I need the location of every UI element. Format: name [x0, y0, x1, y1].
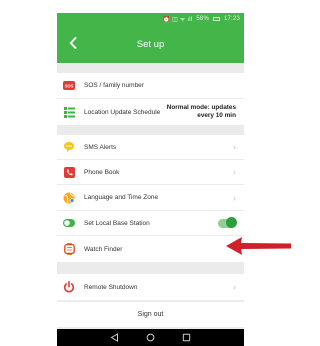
sign-out-button[interactable]: Sign out	[57, 301, 244, 327]
sms-alerts-label: SMS Alerts	[84, 143, 117, 151]
status-icons: ⏰ ◫ ᯤ ıll	[162, 17, 193, 23]
chevron-right-icon: ›	[233, 142, 236, 152]
settings-group-1: SOS SOS / family number Location Update …	[57, 73, 244, 125]
chevron-right-icon: ›	[233, 282, 236, 292]
sos-family-number-label: SOS / family number	[84, 82, 144, 89]
battery-icon	[212, 17, 220, 21]
sos-family-number-item[interactable]: SOS SOS / family number	[57, 73, 244, 99]
back-triangle-icon[interactable]	[110, 333, 119, 342]
location-update-schedule-item[interactable]: Location Update Schedule Normal mode: up…	[57, 99, 244, 125]
location-schedule-value: Normal mode: updates every 10 min	[166, 104, 236, 119]
sms-alerts-item[interactable]: SMS Alerts ›	[57, 135, 244, 160]
phonebook-icon	[63, 166, 75, 178]
back-button[interactable]	[65, 34, 81, 52]
app-bar: Set up	[57, 25, 244, 63]
remote-shutdown-label: Remote Shutdown	[84, 283, 138, 291]
set-local-base-station-item: Set Local Base Station	[57, 211, 244, 236]
recents-square-icon[interactable]	[182, 333, 191, 342]
language-time-zone-item[interactable]: Language and Time Zone ›	[57, 185, 244, 211]
chat-bubble-icon	[63, 141, 75, 153]
schedule-icon	[63, 106, 75, 118]
android-nav-bar	[57, 329, 244, 346]
page-title: Set up	[136, 38, 165, 50]
language-time-zone-label: Language and Time Zone	[84, 194, 159, 201]
sos-icon: SOS	[63, 80, 75, 92]
remote-shutdown-item[interactable]: Remote Shutdown ›	[57, 274, 244, 301]
svg-text:SOS: SOS	[65, 83, 74, 88]
phone-book-label: Phone Book	[84, 168, 120, 176]
power-icon	[63, 281, 75, 293]
set-local-base-station-label: Set Local Base Station	[84, 219, 150, 227]
toggle-icon	[63, 217, 75, 229]
globe-icon	[63, 192, 75, 204]
base-station-switch[interactable]	[218, 217, 237, 228]
chevron-right-icon: ›	[233, 167, 236, 177]
phone-screen: ⏰ ◫ ᯤ ıll 58% 17:23 Set up SOS SOS / fam…	[57, 13, 244, 346]
settings-group-3: Remote Shutdown › Sign out	[57, 274, 244, 327]
watch-icon	[63, 243, 75, 255]
watch-finder-label: Watch Finder	[84, 245, 123, 253]
phone-book-item[interactable]: Phone Book ›	[57, 160, 244, 185]
chevron-left-icon	[69, 37, 77, 49]
chevron-right-icon: ›	[233, 192, 236, 203]
clock: 17:23	[223, 16, 240, 22]
settings-group-2: SMS Alerts › Phone Book › Language and T…	[57, 135, 244, 262]
red-arrow-annotation	[226, 237, 291, 255]
battery-level: 58%	[196, 16, 209, 22]
location-update-schedule-label: Location Update Schedule	[84, 108, 161, 116]
home-circle-icon[interactable]	[146, 333, 155, 342]
status-bar: ⏰ ◫ ᯤ ıll 58% 17:23	[57, 13, 244, 25]
watch-finder-item[interactable]: Watch Finder	[57, 236, 244, 262]
